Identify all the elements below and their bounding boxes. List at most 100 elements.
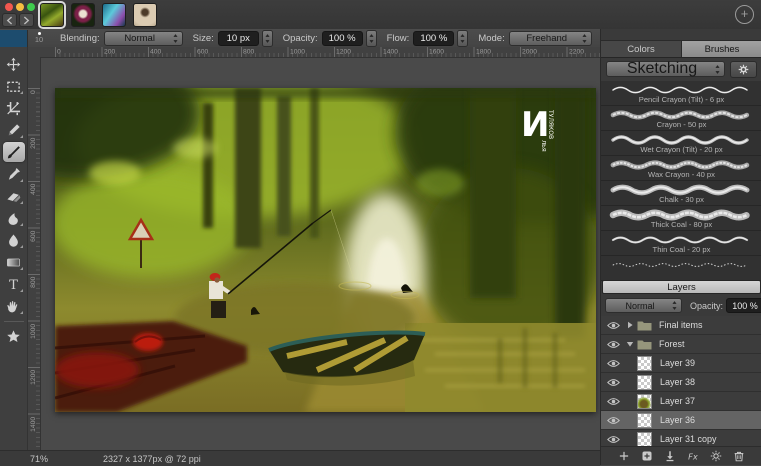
mode-dropdown[interactable]: Freehand: [508, 30, 592, 46]
brush-settings-button[interactable]: [730, 60, 757, 78]
opacity-input[interactable]: 100 %: [321, 30, 363, 46]
layer-thumbnail[interactable]: [637, 412, 652, 428]
brush-label: Thin Coal - 20 px: [652, 245, 711, 254]
document-thumbnail-forest-painting[interactable]: [38, 1, 66, 29]
layer-thumbnail[interactable]: [637, 355, 652, 371]
brush-preset-row-item[interactable]: Chalk - 30 px: [601, 181, 761, 206]
flow-stepper[interactable]: [457, 29, 469, 47]
visibility-eye-icon[interactable]: [607, 435, 620, 444]
tool-eraser[interactable]: [3, 186, 25, 206]
add-group-button[interactable]: [640, 449, 654, 463]
layer-row[interactable]: Final items: [601, 316, 761, 335]
back-button[interactable]: [2, 13, 17, 27]
tool-marquee[interactable]: [3, 76, 25, 96]
layers-panel-header[interactable]: Layers: [602, 280, 761, 294]
visibility-eye-icon[interactable]: [607, 397, 620, 406]
visibility-eye-icon[interactable]: [607, 321, 620, 330]
canvas-pasteboard[interactable]: И ТУЛЯКОВ ЛЬЯ: [41, 58, 600, 450]
tab-brushes[interactable]: Brushes: [682, 41, 761, 57]
visibility-eye-icon[interactable]: [607, 416, 620, 425]
brush-preset-row-item[interactable]: [601, 256, 761, 281]
tool-gradient[interactable]: [3, 252, 25, 272]
h-ruler-label: 1000: [289, 47, 305, 56]
layer-list: Final items Forest Layer 39 Layer 38 Lay…: [601, 316, 761, 448]
canvas-artwork[interactable]: И ТУЛЯКОВ ЛЬЯ: [55, 88, 596, 412]
brush-preset-row-item[interactable]: Pencil Crayon (Tilt) - 6 px: [601, 81, 761, 106]
layer-row[interactable]: Layer 39: [601, 354, 761, 373]
brush-preset-row-item[interactable]: Wax Crayon - 40 px: [601, 156, 761, 181]
size-input[interactable]: 10 px: [217, 30, 259, 46]
folder-icon[interactable]: [637, 320, 652, 331]
visibility-eye-icon[interactable]: [607, 340, 620, 349]
svg-text:ТУЛЯКОВ: ТУЛЯКОВ: [547, 109, 554, 139]
layer-label: Layer 38: [660, 377, 696, 387]
h-ruler-label: 800: [243, 47, 255, 56]
tool-star[interactable]: [3, 326, 25, 346]
brush-preset-row-item[interactable]: Crayon - 50 px: [601, 106, 761, 131]
adjustment-button[interactable]: [709, 449, 723, 463]
expand-chevron-icon[interactable]: [626, 397, 635, 406]
layer-thumbnail[interactable]: [637, 393, 652, 409]
layer-opacity-input[interactable]: 100 %: [726, 298, 761, 313]
expand-group-chevron-icon[interactable]: [626, 321, 635, 330]
document-thumbnail-orchid-photo[interactable]: [71, 3, 95, 27]
brush-preset-row-item[interactable]: Thick Coal - 80 px: [601, 206, 761, 231]
close-window-button[interactable]: [5, 3, 13, 11]
brush-preset-row-item[interactable]: Wet Crayon (Tilt) - 20 px: [601, 131, 761, 156]
expand-chevron-icon[interactable]: [626, 378, 635, 387]
flow-input[interactable]: 100 %: [413, 30, 455, 46]
document-thumbnail-siamese-cat[interactable]: [133, 3, 157, 27]
blending-dropdown[interactable]: Normal: [103, 30, 183, 46]
delete-layer-button[interactable]: [732, 449, 746, 463]
tool-pen[interactable]: [3, 120, 25, 140]
layer-thumbnail-paint: [638, 394, 651, 408]
opacity-stepper[interactable]: [365, 29, 377, 47]
visibility-eye-icon[interactable]: [607, 359, 620, 368]
brush-category-dropdown[interactable]: Sketching: [606, 60, 725, 77]
tool-brush[interactable]: [2, 142, 25, 162]
tool-move[interactable]: [3, 54, 25, 74]
new-document-button[interactable]: +: [735, 5, 754, 24]
tool-marker[interactable]: [3, 164, 25, 184]
layer-thumbnail[interactable]: [637, 431, 652, 447]
panel-tabs: Colors Brushes: [601, 40, 761, 58]
layer-label: Layer 39: [660, 358, 696, 368]
h-ruler-label: 1400: [382, 47, 398, 56]
zoom-window-button[interactable]: [27, 3, 35, 11]
active-color-swatch[interactable]: [0, 29, 28, 47]
merge-down-button[interactable]: [663, 449, 677, 463]
svg-text:И: И: [521, 105, 549, 145]
tool-smudge[interactable]: [3, 208, 25, 228]
layer-row[interactable]: Layer 38: [601, 373, 761, 392]
zoom-level: 71%: [30, 453, 49, 464]
forward-button[interactable]: [19, 13, 34, 27]
tool-sponge[interactable]: [3, 296, 25, 316]
tool-text[interactable]: T: [3, 274, 25, 294]
add-layer-button[interactable]: [617, 449, 631, 463]
layer-effects-button[interactable]: Fx: [686, 449, 700, 463]
layer-label: Forest: [659, 339, 685, 349]
layer-row[interactable]: Forest: [601, 335, 761, 354]
tool-crop[interactable]: [3, 98, 25, 118]
expand-chevron-icon[interactable]: [626, 435, 635, 444]
brush-label: Chalk - 30 px: [659, 195, 704, 204]
expand-chevron-icon[interactable]: [626, 416, 635, 425]
collapse-group-chevron-icon[interactable]: [626, 340, 635, 349]
size-stepper[interactable]: [261, 29, 273, 47]
tab-colors[interactable]: Colors: [601, 41, 682, 57]
svg-text:T: T: [9, 278, 18, 292]
minimize-window-button[interactable]: [16, 3, 24, 11]
blending-label: Blending:: [60, 32, 100, 44]
visibility-eye-icon[interactable]: [607, 378, 620, 387]
folder-icon[interactable]: [637, 339, 652, 350]
blend-mode-dropdown[interactable]: Normal: [605, 298, 682, 313]
layer-row[interactable]: Layer 37: [601, 392, 761, 411]
expand-chevron-icon[interactable]: [626, 359, 635, 368]
layer-row[interactable]: Layer 36: [601, 411, 761, 430]
layer-thumbnail[interactable]: [637, 374, 652, 390]
brush-preset-row-item[interactable]: Thin Coal - 20 px: [601, 231, 761, 256]
tool-blur[interactable]: [3, 230, 25, 250]
h-ruler-label: 400: [150, 47, 162, 56]
document-thumbnail-blue-abstract[interactable]: [102, 3, 126, 27]
layer-label: Layer 31 copy: [660, 434, 717, 444]
